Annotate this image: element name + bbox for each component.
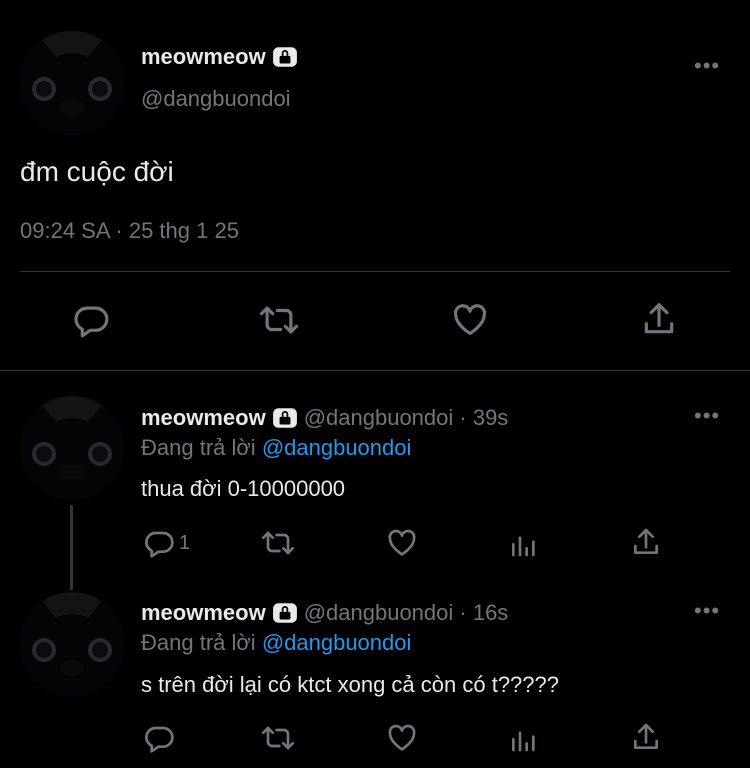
tweet-text: đm cuộc đời (20, 156, 174, 187)
more-options-icon[interactable]: ••• (694, 598, 720, 624)
display-name[interactable]: meowmeow (141, 44, 266, 70)
reply-icon[interactable] (143, 722, 175, 754)
heart-icon[interactable] (450, 301, 490, 339)
lock-icon (272, 44, 298, 70)
heart-icon[interactable] (386, 722, 418, 754)
replying-to-link[interactable]: @dangbuondoi (262, 435, 412, 460)
handle-time[interactable]: @dangbuondoi · 16s (304, 600, 509, 626)
divider (20, 271, 730, 272)
views-icon[interactable] (508, 722, 540, 754)
replying-to: Đang trả lời @dangbuondoi (141, 630, 411, 656)
replying-prefix: Đang trả lời (141, 630, 262, 655)
share-icon[interactable] (640, 300, 678, 338)
views-icon[interactable] (508, 527, 540, 559)
reply-button[interactable]: 1 (143, 527, 190, 559)
avatar[interactable] (20, 396, 124, 500)
lock-icon (272, 405, 298, 431)
display-name[interactable]: meowmeow (141, 600, 266, 626)
handle[interactable]: @dangbuondoi (141, 86, 291, 112)
share-icon[interactable] (630, 526, 662, 558)
tweet-text: thua đời 0-10000000 (141, 476, 346, 501)
handle-time[interactable]: @dangbuondoi · 39s (304, 405, 509, 431)
display-name[interactable]: meowmeow (141, 405, 266, 431)
heart-icon[interactable] (386, 527, 418, 559)
avatar[interactable] (20, 31, 124, 135)
replying-to: Đang trả lời @dangbuondoi (141, 435, 411, 461)
reply-count: 1 (179, 531, 191, 554)
retweet-icon[interactable] (260, 722, 296, 754)
avatar[interactable] (20, 592, 124, 696)
retweet-icon[interactable] (258, 301, 300, 339)
reply-icon[interactable] (143, 527, 175, 559)
lock-icon (272, 600, 298, 626)
retweet-icon[interactable] (260, 527, 296, 559)
reply-icon[interactable] (72, 301, 110, 339)
tweet-text: s trên đời lại có ktct xong cả còn có t?… (141, 672, 559, 697)
more-options-icon[interactable]: ••• (694, 403, 720, 429)
replying-prefix: Đang trả lời (141, 435, 262, 460)
replying-to-link[interactable]: @dangbuondoi (262, 630, 412, 655)
more-options-icon[interactable]: ••• (694, 53, 720, 79)
share-icon[interactable] (630, 721, 662, 753)
thread-line (70, 505, 73, 590)
section-divider (0, 370, 750, 371)
tweet-timestamp[interactable]: 09:24 SA · 25 thg 1 25 (20, 218, 239, 244)
